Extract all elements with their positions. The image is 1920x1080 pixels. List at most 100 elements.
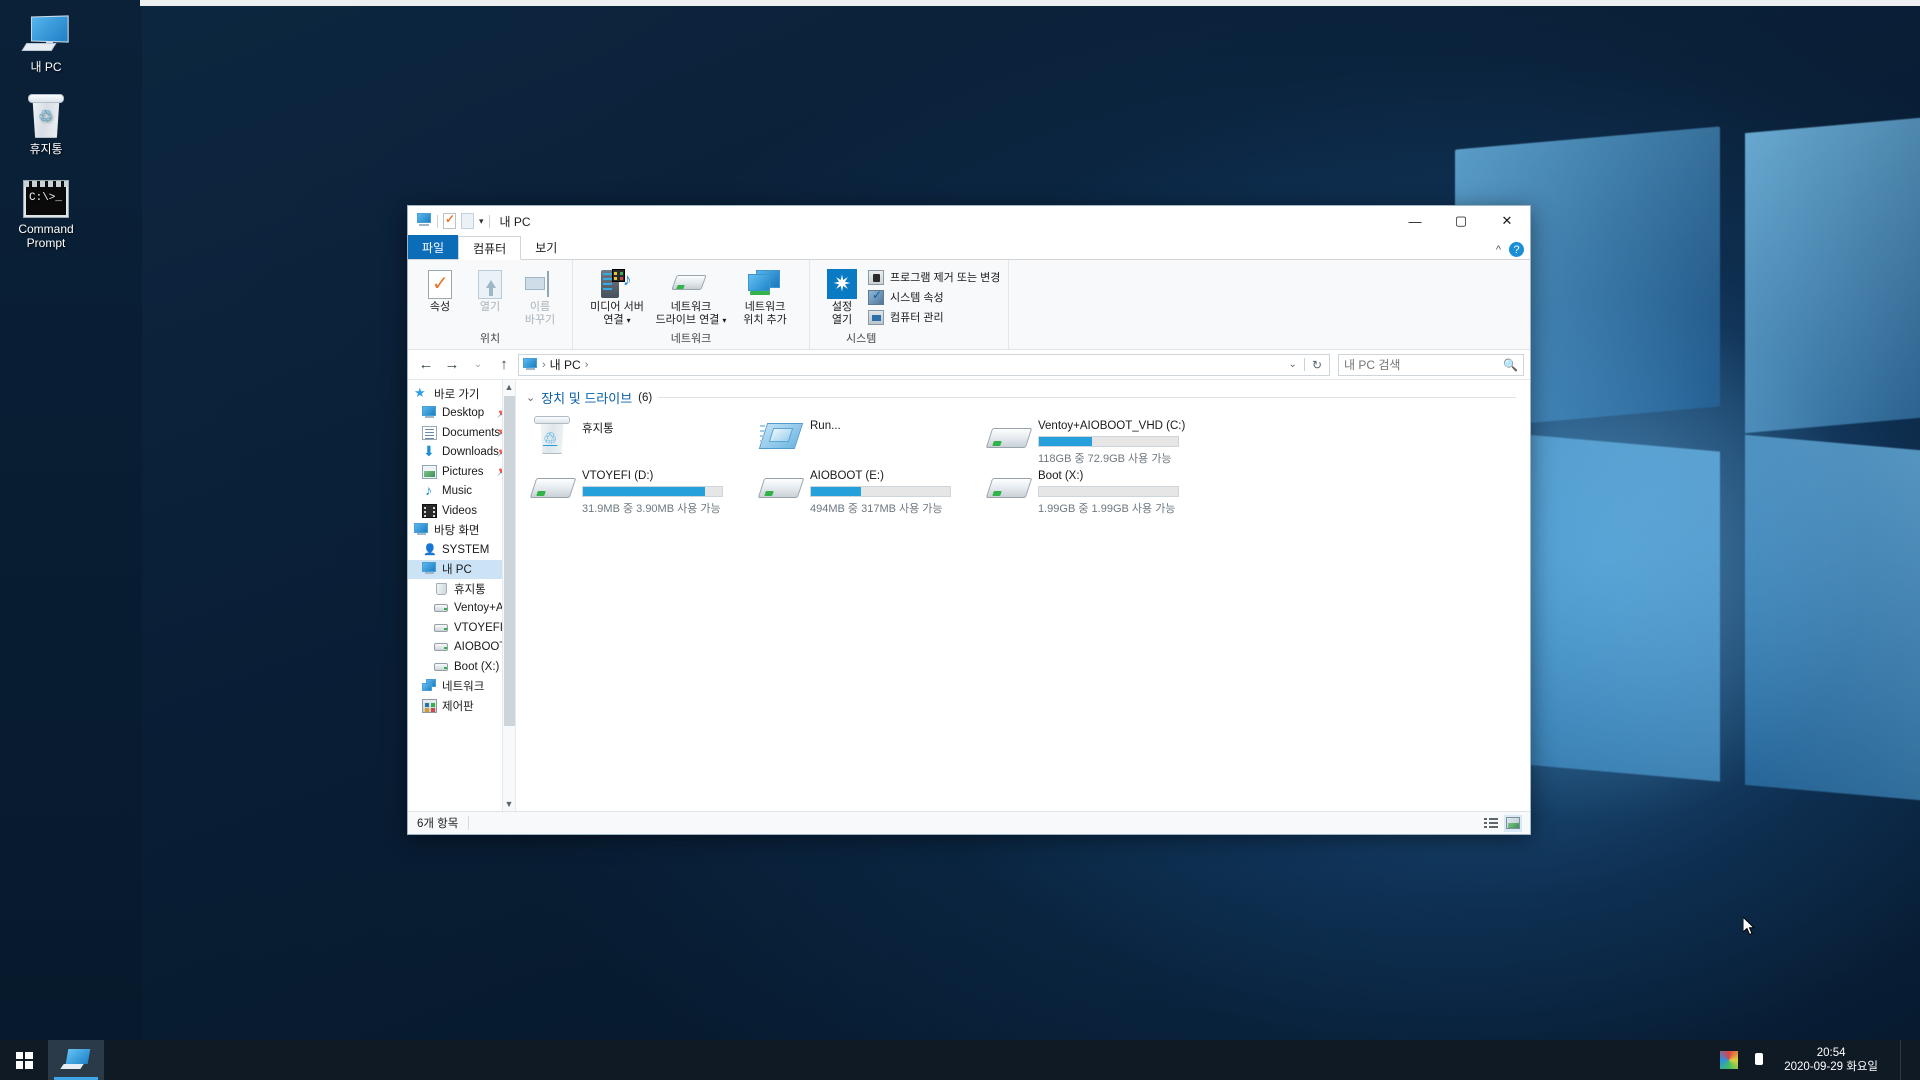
desktop-icon-my-pc[interactable]: 내 PC	[0, 6, 92, 74]
close-button[interactable]: ✕	[1484, 206, 1530, 236]
sidebar-item-[interactable]: 바탕 화면	[408, 521, 515, 541]
map-network-drive-button[interactable]: 네트워크 드라이브 연결 ▾	[655, 264, 727, 327]
help-icon[interactable]: ?	[1509, 242, 1524, 257]
sidebar-item-desktop[interactable]: Desktop📌	[408, 404, 515, 424]
breadcrumb-separator[interactable]: ›	[585, 359, 589, 371]
sidebar-item-ventoy-aiobo[interactable]: Ventoy+AIOBO	[408, 599, 515, 619]
navigation-scrollbar[interactable]: ▲ ▼	[502, 380, 515, 811]
scroll-up-arrow-icon[interactable]: ▲	[503, 380, 515, 394]
sidebar-item-system[interactable]: SYSTEM	[408, 540, 515, 560]
add-network-location-button[interactable]: 네트워크 위치 추가	[729, 264, 801, 327]
sidebar-item-[interactable]: 휴지통	[408, 579, 515, 599]
file-list-pane[interactable]: ⌄ 장치 및 드라이브 (6) ♲ 휴지통 VTOYEFI (D:) 31.9MB 중…	[516, 380, 1530, 811]
computer-management-icon	[868, 309, 884, 325]
scroll-down-arrow-icon[interactable]: ▼	[503, 797, 515, 811]
chevron-up-icon[interactable]: ^	[1496, 244, 1501, 256]
monitor-icon[interactable]	[416, 213, 432, 229]
back-button[interactable]: ←	[414, 353, 438, 377]
divider	[468, 816, 470, 830]
breadcrumb[interactable]: › 내 PC › ⌄ ↻	[518, 353, 1330, 376]
scrollbar-thumb[interactable]	[504, 396, 515, 726]
chevron-down-icon[interactable]: ▾	[722, 316, 726, 325]
open-settings-button[interactable]: 설정 열기	[818, 264, 866, 327]
connect-media-server-button[interactable]: ♪ 미디어 서버 연결 ▾	[581, 264, 653, 327]
sidebar-item-videos[interactable]: Videos	[408, 501, 515, 521]
quick-access-toolbar[interactable]: ▾	[416, 212, 490, 229]
drive-name: Ventoy+AIOBOOT_VHD (C:)	[1038, 420, 1186, 432]
item-label: 컴퓨터 관리	[890, 312, 944, 324]
drive-tile[interactable]: Run...	[754, 413, 982, 463]
tab-view[interactable]: 보기	[521, 235, 571, 259]
sidebar-item-label: 네트워크	[442, 681, 485, 694]
properties-icon[interactable]	[443, 212, 456, 229]
drive-tile[interactable]: Ventoy+AIOBOOT_VHD (C:) 118GB 중 72.9GB 사용…	[982, 413, 1210, 465]
desktop-icon-recycle-bin[interactable]: ♲ 휴지통	[0, 88, 92, 156]
sidebar-item-vtoyefi-d[interactable]: VTOYEFI (D:)	[408, 618, 515, 638]
sidebar-item-[interactable]: 네트워크	[408, 677, 515, 697]
button-label-line1: 설정	[831, 301, 853, 313]
uninstall-program-item[interactable]: 프로그램 제거 또는 변경	[868, 267, 1000, 287]
wallpaper-window-pane-top-right	[1745, 106, 1920, 434]
search-input[interactable]	[1344, 357, 1504, 372]
chevron-down-icon[interactable]: ⌄	[526, 391, 535, 404]
desktop-icon-command-prompt[interactable]: C:\>_ Command Prompt	[0, 168, 92, 250]
properties-button[interactable]: 속성	[416, 264, 464, 314]
rename-icon	[525, 267, 555, 301]
system-tray: 20:54 2020-09-29 화요일	[1720, 1040, 1920, 1080]
start-button[interactable]	[0, 1040, 48, 1080]
breadcrumb-item-my-pc[interactable]: 내 PC	[550, 356, 581, 373]
sidebar-item-[interactable]: 제어판	[408, 696, 515, 716]
usb-eject-icon[interactable]	[1750, 1051, 1768, 1069]
button-label-line1: 미디어 서버	[590, 301, 644, 313]
title-bar[interactable]: ▾ 내 PC — ▢ ✕	[408, 206, 1530, 236]
drive-tile[interactable]: AIOBOOT (E:) 494MB 중 317MB 사용 가능	[754, 463, 982, 515]
color-profile-icon[interactable]	[1720, 1051, 1739, 1069]
drive-tile[interactable]: ♲ 휴지통	[526, 413, 754, 463]
tab-file[interactable]: 파일	[408, 235, 459, 259]
open-button[interactable]: 열기	[466, 264, 514, 314]
sidebar-item-aioboot-e[interactable]: AIOBOOT (E:)	[408, 638, 515, 658]
drive-tile[interactable]: Boot (X:) 1.99GB 중 1.99GB 사용 가능	[982, 463, 1210, 515]
sidebar-item-pictures[interactable]: Pictures📌	[408, 462, 515, 482]
show-desktop-button[interactable]	[1900, 1040, 1914, 1080]
customize-caret-icon[interactable]: ▾	[479, 216, 484, 227]
sidebar-item-downloads[interactable]: Downloads📌	[408, 443, 515, 463]
sidebar-item-label: SYSTEM	[442, 543, 490, 556]
rename-button[interactable]: 이름 바꾸기	[516, 264, 564, 327]
forward-button[interactable]: →	[440, 353, 464, 377]
sidebar-item-[interactable]: 바로 가기	[408, 384, 515, 404]
details-view-button[interactable]	[1482, 815, 1500, 832]
group-count: (6)	[638, 391, 653, 404]
sidebar-item-boot-x[interactable]: Boot (X:)	[408, 657, 515, 677]
search-box[interactable]: 🔍	[1338, 353, 1524, 376]
maximize-button[interactable]: ▢	[1438, 206, 1484, 236]
tab-computer[interactable]: 컴퓨터	[458, 236, 522, 260]
refresh-icon[interactable]: ↻	[1312, 358, 1322, 372]
search-icon[interactable]: 🔍	[1503, 358, 1518, 372]
monitor-icon[interactable]	[523, 358, 538, 371]
button-label: 열기	[479, 301, 501, 313]
control-panel-icon	[422, 698, 437, 713]
sidebar-item-pc[interactable]: 내 PC	[408, 559, 515, 579]
sidebar-item-music[interactable]: Music	[408, 482, 515, 502]
minimize-button[interactable]: —	[1392, 206, 1438, 236]
computer-management-item[interactable]: 컴퓨터 관리	[868, 307, 1000, 327]
videos-icon	[422, 503, 437, 518]
taskbar-clock[interactable]: 20:54 2020-09-29 화요일	[1780, 1046, 1888, 1074]
chevron-down-icon[interactable]: ▾	[627, 316, 631, 325]
group-label: 네트워크	[670, 333, 712, 345]
drive-tile[interactable]: VTOYEFI (D:) 31.9MB 중 3.90MB 사용 가능	[526, 463, 754, 515]
sidebar-item-documents[interactable]: Documents📌	[408, 423, 515, 443]
taskbar-item-file-explorer[interactable]	[48, 1040, 104, 1080]
large-icons-view-button[interactable]	[1504, 814, 1522, 832]
chevron-down-icon[interactable]: ⌄	[1289, 359, 1297, 370]
new-folder-icon[interactable]	[461, 213, 474, 229]
recent-locations-button[interactable]: ⌄	[466, 353, 490, 377]
drive-icon	[985, 466, 1033, 508]
system-properties-icon	[868, 288, 884, 305]
uninstall-program-icon	[868, 269, 884, 285]
up-button[interactable]: ↑	[492, 353, 516, 377]
system-properties-item[interactable]: 시스템 속성	[868, 287, 1000, 307]
sidebar-item-label: Boot (X:)	[454, 660, 500, 673]
group-header-devices-and-drives[interactable]: ⌄ 장치 및 드라이브 (6)	[526, 388, 1530, 407]
